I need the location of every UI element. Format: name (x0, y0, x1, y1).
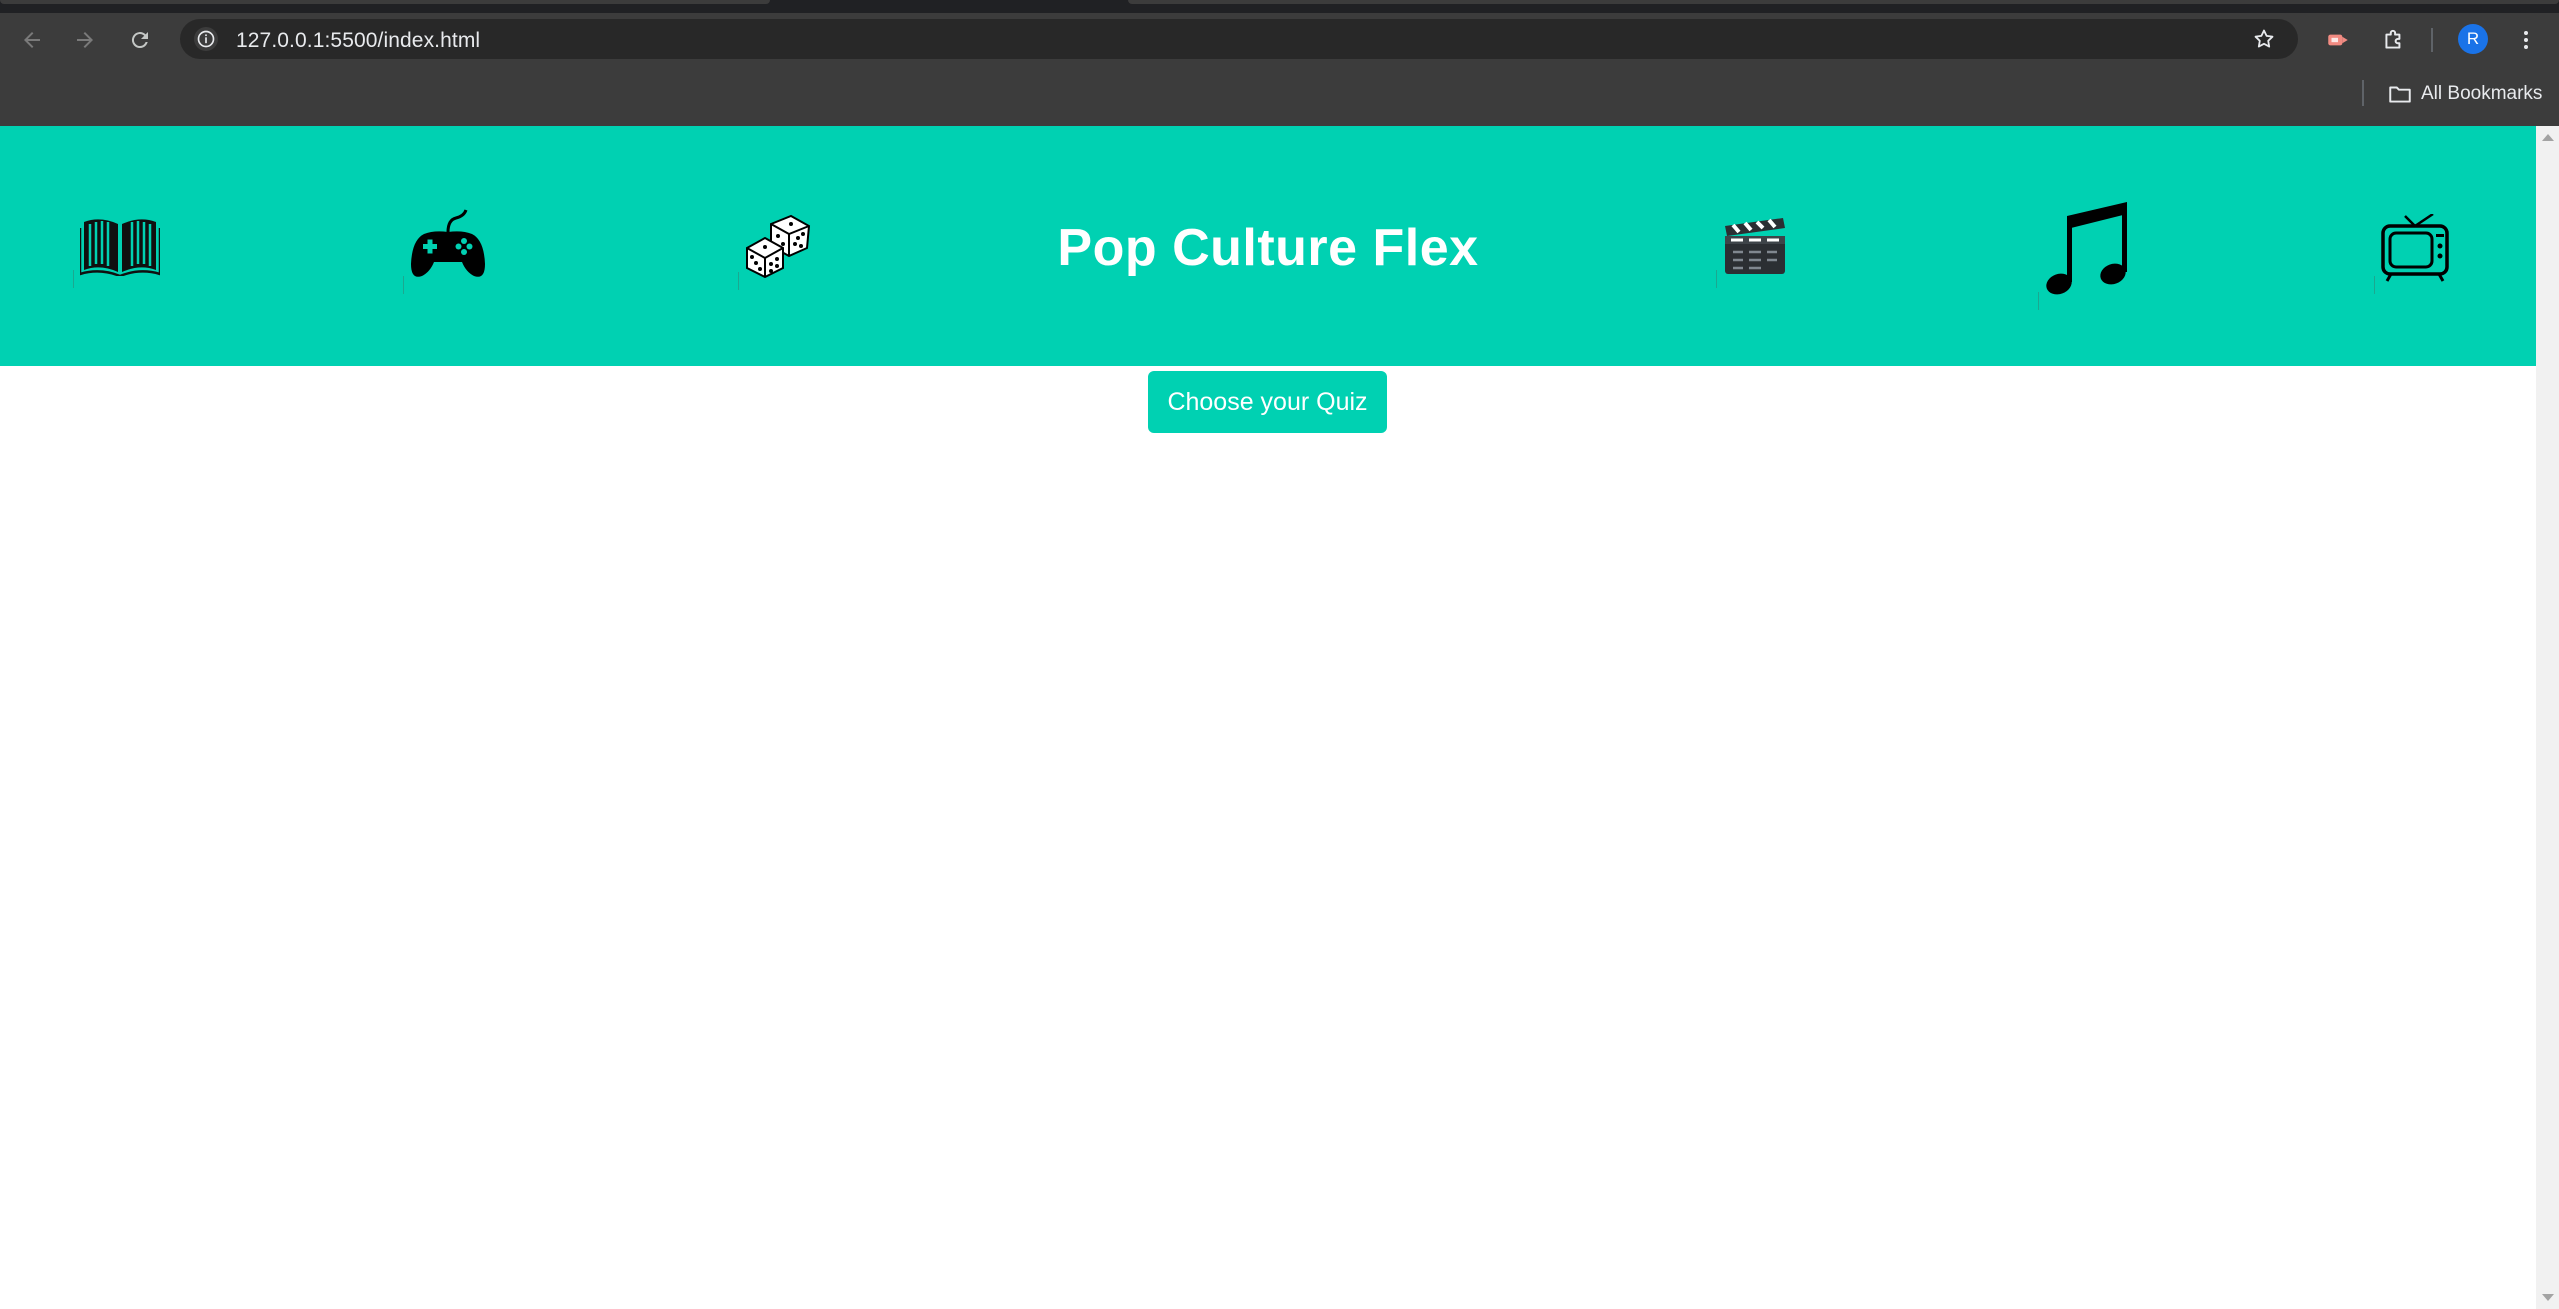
folder-icon (2389, 86, 2411, 103)
choose-quiz-button[interactable]: Choose your Quiz (1148, 371, 1387, 433)
browser-toolbar: 127.0.0.1:5500/index.html R (0, 13, 2559, 64)
extensions-puzzle-icon[interactable] (2380, 26, 2408, 54)
profile-avatar[interactable]: R (2458, 24, 2488, 54)
bookmarks-separator (2362, 80, 2364, 106)
reload-icon[interactable] (126, 26, 154, 54)
page-title: Pop Culture Flex (1057, 219, 1479, 277)
url-text[interactable]: 127.0.0.1:5500/index.html (236, 29, 480, 53)
icon-divider (2038, 292, 2039, 310)
all-bookmarks-button[interactable]: All Bookmarks (2387, 81, 2542, 107)
page-viewport: Pop Culture Flex Choose your Quiz (0, 126, 2536, 1309)
music-note-icon (2038, 198, 2131, 310)
clapperboard-icon (1716, 216, 1787, 288)
scroll-down-arrow-icon[interactable] (2542, 1294, 2554, 1301)
icon-divider (1716, 270, 1717, 288)
forward-arrow-icon[interactable] (71, 26, 99, 54)
toolbar-separator (2431, 28, 2433, 52)
hero-banner: Pop Culture Flex (0, 126, 2536, 366)
tab-edge (0, 0, 770, 4)
bookmark-star-icon[interactable] (2252, 27, 2276, 51)
icon-divider (2374, 276, 2375, 294)
browser-tab-strip (0, 0, 2559, 13)
tv-icon (2374, 214, 2449, 294)
icon-divider (403, 276, 404, 294)
cast-extension-icon[interactable] (2324, 26, 2352, 54)
bookmarks-bar: All Bookmarks (0, 64, 2559, 126)
page-scrollbar[interactable] (2536, 126, 2559, 1309)
address-bar[interactable]: 127.0.0.1:5500/index.html (180, 19, 2298, 59)
all-bookmarks-label: All Bookmarks (2421, 83, 2543, 104)
site-info-icon[interactable] (194, 27, 218, 51)
back-arrow-icon[interactable] (18, 26, 46, 54)
tab-edge (1128, 0, 2559, 4)
scroll-up-arrow-icon[interactable] (2542, 134, 2554, 141)
more-menu-icon[interactable] (2512, 26, 2540, 54)
